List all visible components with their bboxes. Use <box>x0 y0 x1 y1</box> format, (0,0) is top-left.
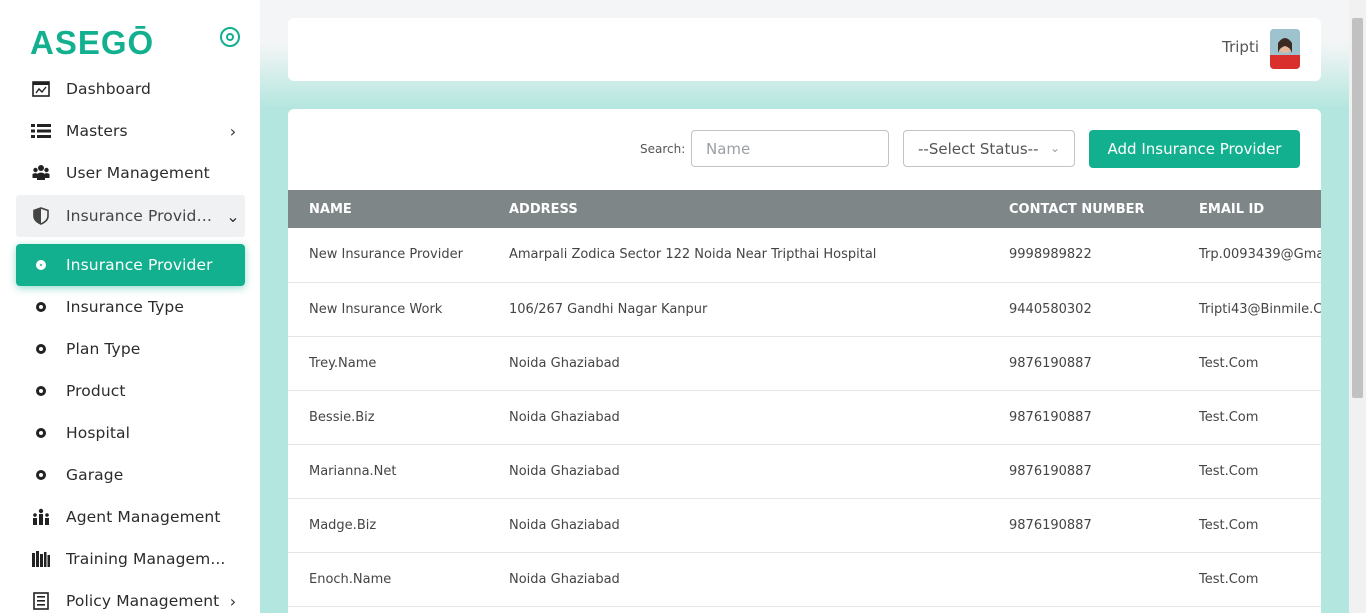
bullet-icon <box>16 260 66 270</box>
bullet-icon <box>16 302 66 312</box>
cell-email-id: Test.Com <box>1178 390 1321 445</box>
cell-name: Enoch.Name <box>288 552 488 607</box>
column-header-email-id[interactable]: EMAIL ID <box>1178 190 1321 228</box>
bullet-icon <box>16 344 66 354</box>
user-name[interactable]: Tripti <box>1222 38 1259 56</box>
cell-email-id: Test.Com <box>1178 336 1321 391</box>
sidebar: ASEGŌ Dashboard Masters › User Managemen… <box>0 0 260 613</box>
cell-contact-number: 9876190887 <box>988 444 1178 499</box>
sidebar-item-garage[interactable]: Garage <box>16 454 245 496</box>
sidebar-item-plan-type[interactable]: Plan Type <box>16 328 245 370</box>
cell-name: Madge.Biz <box>288 498 488 553</box>
cell-name: Marianna.Net <box>288 444 488 499</box>
cell-address: 106/267 Gandhi Nagar Kanpur <box>488 282 988 337</box>
sidebar-item-user-management[interactable]: User Management <box>16 152 245 194</box>
chevron-down-icon: ⌄ <box>1049 141 1060 155</box>
sidebar-item-policy-management[interactable]: Policy Management › <box>16 580 245 613</box>
column-header-name[interactable]: NAME <box>288 190 488 228</box>
sidebar-item-dashboard[interactable]: Dashboard <box>16 68 245 110</box>
cell-email-id: Trp.0093439@Gmail.Com <box>1178 228 1321 283</box>
cell-name: Trey.Name <box>288 336 488 391</box>
cell-name: Bessie.Biz <box>288 390 488 445</box>
status-select[interactable]: --Select Status-- ⌄ <box>903 130 1075 167</box>
main-content: Tripti Search: --Select Status-- ⌄ Add I… <box>260 0 1349 613</box>
dashboard-icon <box>16 81 66 97</box>
sidebar-item-label: Policy Management <box>66 592 220 610</box>
bullet-icon <box>16 428 66 438</box>
cell-name: New Insurance Provider <box>288 228 488 283</box>
sidebar-item-masters[interactable]: Masters › <box>16 110 245 152</box>
sidebar-item-label: Agent Management <box>66 508 221 526</box>
search-input[interactable] <box>691 130 889 167</box>
avatar[interactable] <box>1270 29 1300 69</box>
sidebar-item-label: Plan Type <box>66 340 141 358</box>
cell-address: Noida Ghaziabad <box>488 390 988 445</box>
table-row[interactable]: New Insurance Provider Amarpali Zodica S… <box>288 228 1321 283</box>
users-icon <box>16 164 66 182</box>
cell-contact-number: 9876190887 <box>988 390 1178 445</box>
column-header-address[interactable]: ADDRESS <box>488 190 988 228</box>
providers-card: Search: --Select Status-- ⌄ Add Insuranc… <box>288 109 1321 613</box>
cell-address: Noida Ghaziabad <box>488 444 988 499</box>
sidebar-item-product[interactable]: Product <box>16 370 245 412</box>
bullet-icon <box>16 470 66 480</box>
table-row[interactable]: Enoch.Name Noida Ghaziabad Test.Com <box>288 552 1321 607</box>
sidebar-item-training-management[interactable]: Training Managem... <box>16 538 245 580</box>
cell-email-id: Test.Com <box>1178 444 1321 499</box>
app-logo[interactable]: ASEGŌ <box>30 24 154 62</box>
status-select-value: --Select Status-- <box>918 139 1039 158</box>
shield-icon <box>16 207 66 225</box>
sidebar-item-label: Masters <box>66 122 128 140</box>
sidebar-toggle-icon[interactable] <box>220 27 240 47</box>
chevron-right-icon: › <box>229 121 237 141</box>
top-bar: Tripti <box>288 18 1321 81</box>
sidebar-item-agent-management[interactable]: Agent Management <box>16 496 245 538</box>
sidebar-item-label: Dashboard <box>66 80 151 98</box>
table-row[interactable]: Trey.Name Noida Ghaziabad 9876190887 Tes… <box>288 336 1321 391</box>
sidebar-item-insurance-type[interactable]: Insurance Type <box>16 286 245 328</box>
page-scrollbar[interactable] <box>1349 0 1366 613</box>
sidebar-item-label: Insurance Type <box>66 298 184 316</box>
sidebar-item-insurance-provider-group[interactable]: Insurance Provider ... ⌄ <box>16 195 245 237</box>
chevron-right-icon: › <box>229 591 237 611</box>
cell-address: Noida Ghaziabad <box>488 498 988 553</box>
column-header-contact-number[interactable]: CONTACT NUMBER <box>988 190 1178 228</box>
cell-contact-number: 9876190887 <box>988 498 1178 553</box>
cell-contact-number: 9876190887 <box>988 336 1178 391</box>
providers-table: NAME ADDRESS CONTACT NUMBER EMAIL ID New… <box>288 190 1321 607</box>
sidebar-item-label: Insurance Provider ... <box>66 207 221 225</box>
cell-contact-number: 9440580302 <box>988 282 1178 337</box>
cell-contact-number <box>988 552 1178 607</box>
books-icon <box>16 551 66 567</box>
cell-email-id: Test.Com <box>1178 498 1321 553</box>
chevron-down-icon: ⌄ <box>226 206 240 226</box>
scrollbar-thumb[interactable] <box>1352 18 1363 398</box>
table-row[interactable]: New Insurance Work 106/267 Gandhi Nagar … <box>288 282 1321 337</box>
sidebar-item-label: Training Managem... <box>66 550 226 568</box>
cell-address: Noida Ghaziabad <box>488 552 988 607</box>
table-row[interactable]: Marianna.Net Noida Ghaziabad 9876190887 … <box>288 444 1321 499</box>
sidebar-item-label: User Management <box>66 164 210 182</box>
table-row[interactable]: Madge.Biz Noida Ghaziabad 9876190887 Tes… <box>288 498 1321 553</box>
agents-icon <box>16 508 66 526</box>
add-insurance-provider-button[interactable]: Add Insurance Provider <box>1089 130 1300 168</box>
cell-email-id: Tripti43@Binmile.Com <box>1178 282 1321 337</box>
cell-contact-number: 9998989822 <box>988 228 1178 283</box>
cell-name: New Insurance Work <box>288 282 488 337</box>
cell-address: Noida Ghaziabad <box>488 336 988 391</box>
sidebar-item-hospital[interactable]: Hospital <box>16 412 245 454</box>
table-header-row: NAME ADDRESS CONTACT NUMBER EMAIL ID <box>288 190 1321 228</box>
document-icon <box>16 592 66 610</box>
search-label: Search: <box>640 142 686 156</box>
cell-email-id: Test.Com <box>1178 552 1321 607</box>
sidebar-item-label: Insurance Provider <box>66 256 213 274</box>
list-icon <box>16 123 66 139</box>
sidebar-item-label: Garage <box>66 466 124 484</box>
cell-address: Amarpali Zodica Sector 122 Noida Near Tr… <box>488 228 988 283</box>
sidebar-item-insurance-provider[interactable]: Insurance Provider <box>16 244 245 286</box>
sidebar-item-label: Product <box>66 382 126 400</box>
sidebar-item-label: Hospital <box>66 424 131 442</box>
bullet-icon <box>16 386 66 396</box>
table-row[interactable]: Bessie.Biz Noida Ghaziabad 9876190887 Te… <box>288 390 1321 445</box>
